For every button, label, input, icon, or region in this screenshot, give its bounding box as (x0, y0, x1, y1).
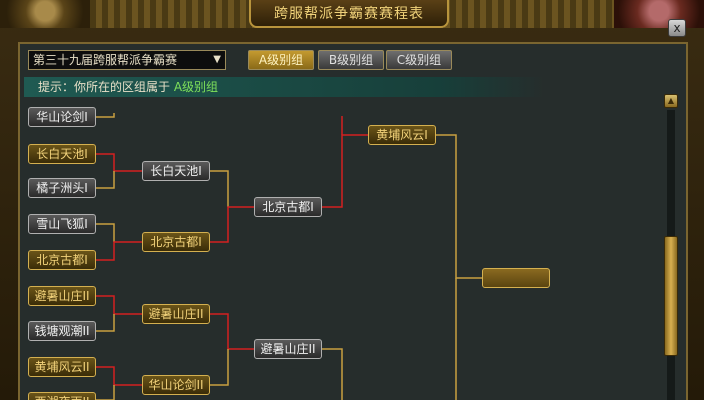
team-box-r1-2[interactable]: 长白天池I (28, 144, 96, 164)
bracket-line (210, 206, 254, 243)
team-box-r1-6[interactable]: 避暑山庄II (28, 286, 96, 306)
team-box-r1-8[interactable]: 黄埔风云II (28, 357, 96, 377)
bracket-line (96, 295, 142, 315)
bracket-line (96, 113, 115, 118)
bracket-line (96, 314, 115, 332)
bracket-line (210, 170, 229, 207)
team-box-r3-1[interactable]: 北京古都I (254, 197, 322, 217)
bracket-line (96, 241, 142, 261)
team-box-r1-1[interactable]: 华山论剑I (28, 107, 96, 127)
team-box-r2-2[interactable]: 北京古都I (142, 232, 210, 252)
bracket-line (96, 153, 142, 172)
team-box-r1-9[interactable]: 西湖夜雨II (28, 392, 96, 400)
team-box-r1-4[interactable]: 雪山飞狐I (28, 214, 96, 234)
bracket-line (210, 349, 229, 386)
bracket-lines (96, 113, 482, 400)
team-box-r1-5[interactable]: 北京古都I (28, 250, 96, 270)
team-box-r1-3[interactable]: 橘子洲头I (28, 178, 96, 198)
team-box-final[interactable] (482, 268, 550, 288)
bracket-line (322, 348, 343, 400)
bracket-line (96, 366, 142, 386)
team-box-r1-7[interactable]: 钱塘观潮II (28, 321, 96, 341)
bracket-line (96, 385, 115, 400)
bracket-line (96, 171, 115, 189)
bracket-line (436, 134, 482, 279)
bracket-line (210, 313, 254, 350)
window-frame: 跨服帮派争霸赛赛程表 x 第三十九届跨服帮派争霸赛 ▼ A级别组 B级别组 C级… (0, 0, 704, 400)
bracket-line (96, 223, 115, 242)
team-box-r2-4[interactable]: 华山论剑II (142, 375, 210, 395)
team-box-r4-1[interactable]: 黄埔风云I (368, 125, 436, 145)
team-box-r3-2[interactable]: 避暑山庄II (254, 339, 322, 359)
bracket-line (322, 134, 368, 208)
team-box-r2-3[interactable]: 避暑山庄II (142, 304, 210, 324)
team-box-r2-1[interactable]: 长白天池I (142, 161, 210, 181)
